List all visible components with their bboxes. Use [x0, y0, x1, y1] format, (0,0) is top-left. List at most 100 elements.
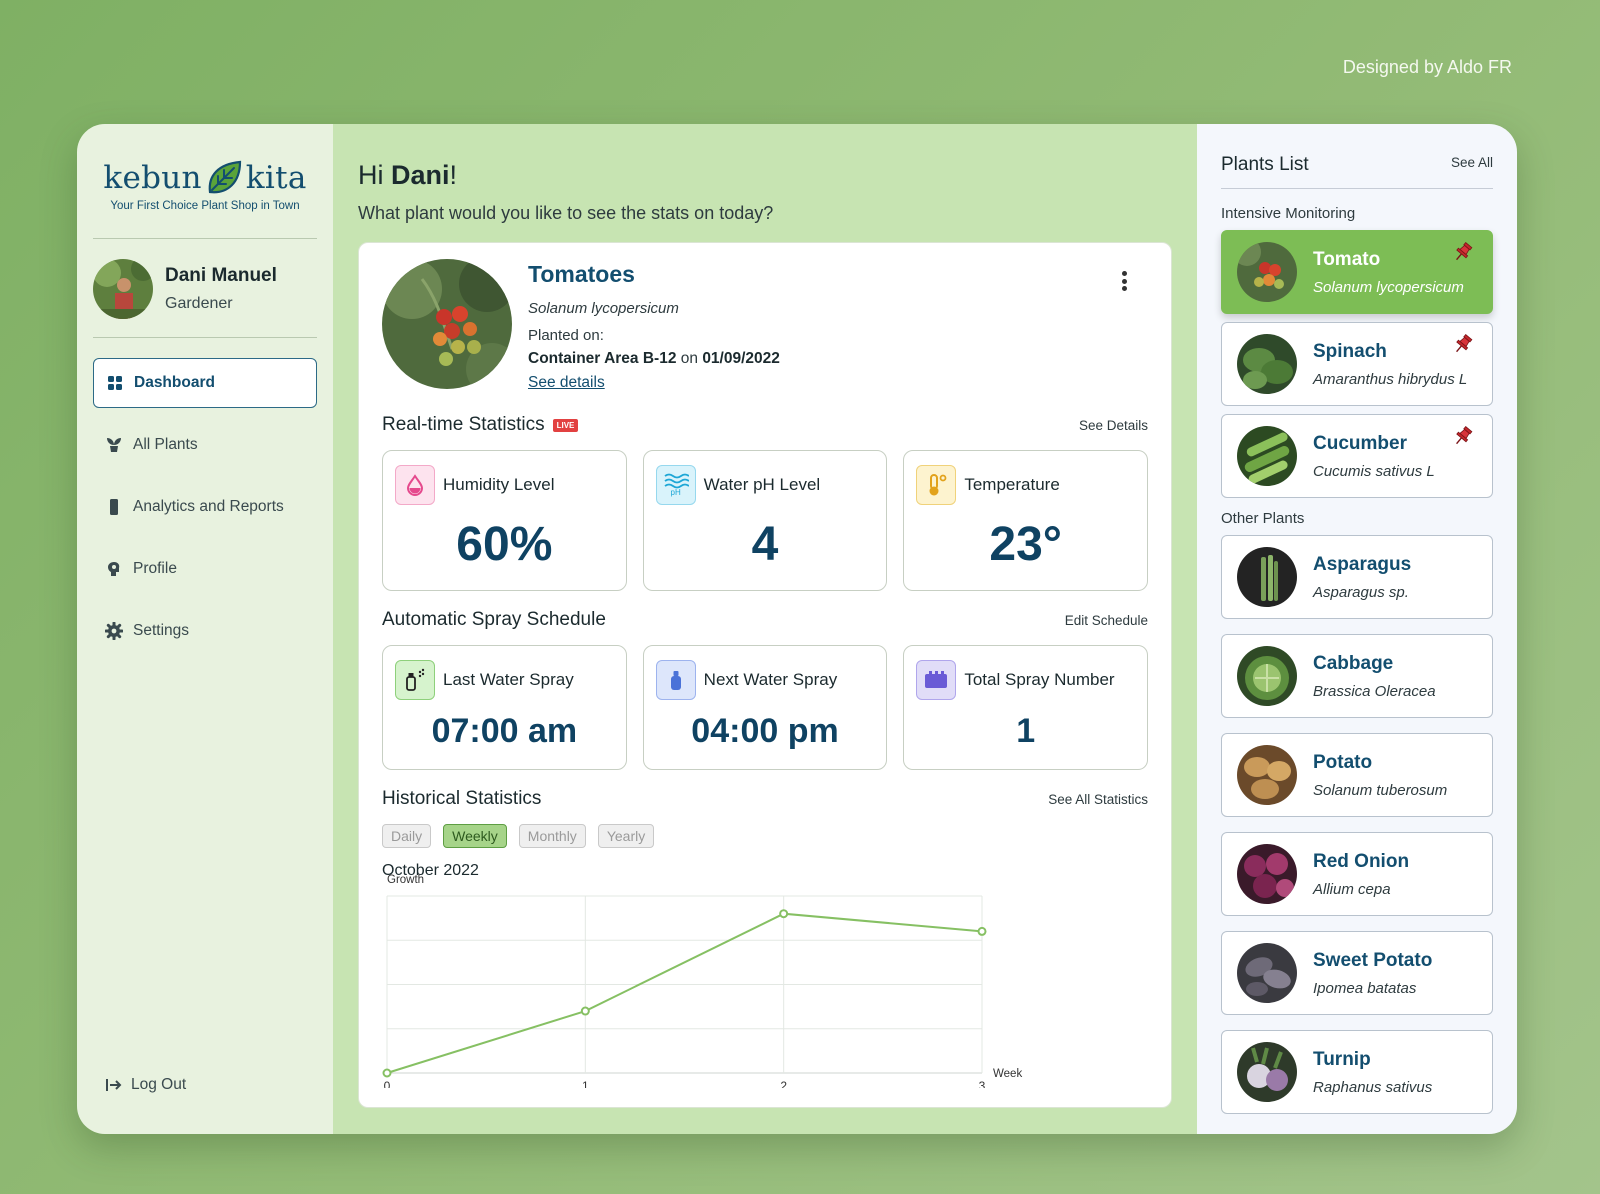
- bottle-icon: [655, 660, 696, 700]
- plant-thumbnail: [1237, 1042, 1297, 1102]
- plants-list-title: Plants List: [1221, 154, 1309, 175]
- greeting: Hi Dani!: [358, 160, 1172, 191]
- brand-word-left: kebun: [103, 160, 202, 196]
- nav-item-dashboard[interactable]: Dashboard: [93, 358, 317, 408]
- greeting-suffix: !: [449, 160, 458, 190]
- history-header: Historical Statistics See All Statistics: [382, 788, 1148, 810]
- plant-thumbnail: [1237, 242, 1297, 302]
- edit-schedule-link[interactable]: Edit Schedule: [1065, 613, 1148, 628]
- stat-next-spray[interactable]: Next Water Spray 04:00 pm: [642, 645, 888, 770]
- realtime-see-details-link[interactable]: See Details: [1079, 418, 1148, 433]
- stat-temperature[interactable]: Temperature 23°: [903, 450, 1149, 591]
- logout-label: Log Out: [131, 1076, 187, 1093]
- plant-card-name: Cucumber: [1313, 432, 1407, 454]
- see-all-plants-link[interactable]: See All: [1451, 155, 1493, 176]
- brand-logo[interactable]: kebun kita Your First Choice Plant Shop …: [93, 158, 317, 212]
- droplet-icon: [395, 465, 435, 505]
- pin-icon[interactable]: [1452, 333, 1474, 355]
- realtime-header: Real-time Statistics LIVE See Details: [382, 414, 1148, 436]
- user-role: Gardener: [165, 295, 233, 312]
- plant-card-name: Spinach: [1313, 340, 1387, 362]
- plant-card-turnip[interactable]: Turnip Raphanus sativus: [1221, 1030, 1493, 1114]
- growth-data-point: [977, 926, 987, 936]
- see-all-statistics-link[interactable]: See All Statistics: [1048, 792, 1148, 807]
- tab-weekly[interactable]: Weekly: [443, 824, 507, 848]
- user-name: Dani Manuel: [165, 265, 277, 286]
- nav-item-settings[interactable]: Settings: [93, 606, 317, 656]
- planted-on: on: [676, 350, 703, 367]
- stat-value: 04:00 pm: [691, 712, 839, 750]
- tab-yearly[interactable]: Yearly: [597, 824, 655, 848]
- counter-icon: [916, 660, 957, 700]
- designer-credit: Designed by Aldo FR: [1342, 57, 1512, 77]
- planted-info: Container Area B-12 on 01/09/2022: [528, 350, 780, 368]
- plant-photo: [382, 259, 512, 389]
- greeting-hi: Hi: [358, 160, 391, 190]
- plant-pot-icon: [107, 438, 121, 452]
- plant-card-sweet-potato[interactable]: Sweet Potato Ipomea batatas: [1221, 931, 1493, 1015]
- stat-label: Water pH Level: [703, 475, 821, 494]
- plant-card-name: Red Onion: [1313, 850, 1410, 872]
- avatar: [93, 259, 153, 319]
- grid-icon: [108, 376, 122, 390]
- growth-series-line: [386, 912, 983, 1074]
- head-icon: [108, 562, 120, 576]
- sidebar-nav: Dashboard All Plants Analytics and Repor…: [93, 358, 317, 656]
- plant-thumbnail: [1237, 646, 1297, 706]
- logout-button[interactable]: Log Out: [105, 1076, 186, 1094]
- main-content: Hi Dani! What plant would you like to se…: [333, 124, 1197, 1134]
- plant-card-spinach[interactable]: Spinach Amaranthus hibrydus L: [1221, 322, 1493, 406]
- realtime-title-text: Real-time Statistics: [382, 414, 545, 435]
- growth-data-point: [779, 909, 789, 919]
- plant-thumbnail: [1237, 334, 1297, 394]
- planted-date: 01/09/2022: [702, 350, 780, 367]
- plants-list-panel: Plants List See All Intensive Monitoring…: [1197, 124, 1517, 1134]
- stat-value: 23°: [989, 518, 1062, 571]
- greeting-question: What plant would you like to see the sta…: [358, 203, 774, 223]
- leaf-icon: [208, 160, 241, 194]
- stat-label: Total Spray Number: [964, 670, 1115, 689]
- plant-thumbnail: [1237, 426, 1297, 486]
- plant-card-name: Tomato: [1313, 248, 1381, 270]
- plant-card-asparagus[interactable]: Asparagus Asparagus sp.: [1221, 535, 1493, 619]
- more-options-icon[interactable]: [1114, 267, 1134, 295]
- x-tick-label: 1: [582, 1079, 589, 1088]
- stat-last-spray[interactable]: Last Water Spray 07:00 am: [382, 645, 627, 770]
- plant-card-scientific: Asparagus sp.: [1313, 583, 1409, 601]
- pin-icon[interactable]: [1452, 241, 1474, 263]
- ph-text: pH: [670, 488, 681, 497]
- nav-label: Profile: [133, 560, 177, 577]
- nav-item-all-plants[interactable]: All Plants: [93, 420, 317, 470]
- plant-card-scientific: Allium cepa: [1313, 880, 1391, 898]
- nav-item-profile[interactable]: Profile: [93, 544, 317, 594]
- tab-monthly[interactable]: Monthly: [518, 824, 586, 848]
- stat-water-ph[interactable]: pH Water pH Level 4: [642, 450, 888, 591]
- plant-card-scientific: Amaranthus hibrydus L: [1313, 370, 1468, 388]
- see-plant-details-link[interactable]: See details: [528, 374, 605, 392]
- plant-card-cabbage[interactable]: Cabbage Brassica Oleracea: [1221, 634, 1493, 718]
- spray-bottle-icon: [395, 660, 435, 700]
- x-axis-label: Week: [993, 1068, 1022, 1080]
- plant-card-potato[interactable]: Potato Solanum tuberosum: [1221, 733, 1493, 817]
- intensive-monitoring-label: Intensive Monitoring: [1221, 205, 1356, 222]
- plant-card-name: Turnip: [1313, 1048, 1371, 1070]
- plant-card-name: Asparagus: [1313, 553, 1412, 575]
- plant-card-scientific: Ipomea batatas: [1313, 979, 1417, 997]
- stat-total-spray[interactable]: Total Spray Number 1: [903, 645, 1149, 770]
- plant-card-cucumber[interactable]: Cucumber Cucumis sativus L: [1221, 414, 1493, 498]
- growth-line-chart: 0 1 2 3 Growth Week: [382, 874, 1022, 1088]
- x-tick-label: 2: [780, 1079, 787, 1088]
- phone-icon: [110, 499, 118, 515]
- x-tick-label: 3: [979, 1079, 986, 1088]
- nav-item-analytics[interactable]: Analytics and Reports: [93, 482, 317, 532]
- tab-daily[interactable]: Daily: [382, 824, 432, 848]
- plant-card-red-onion[interactable]: Red Onion Allium cepa: [1221, 832, 1493, 916]
- thermometer-icon: [916, 465, 957, 505]
- plant-card-tomato[interactable]: Tomato Solanum lycopersicum: [1221, 230, 1493, 314]
- stat-humidity[interactable]: Humidity Level 60%: [382, 450, 627, 591]
- realtime-stats: Humidity Level 60% pH Water pH Level 4 T…: [382, 450, 1149, 591]
- plant-card-scientific: Raphanus sativus: [1313, 1078, 1433, 1096]
- user-profile[interactable]: Dani Manuel Gardener: [93, 239, 317, 337]
- pin-icon[interactable]: [1452, 425, 1474, 447]
- stat-value: 4: [751, 518, 779, 571]
